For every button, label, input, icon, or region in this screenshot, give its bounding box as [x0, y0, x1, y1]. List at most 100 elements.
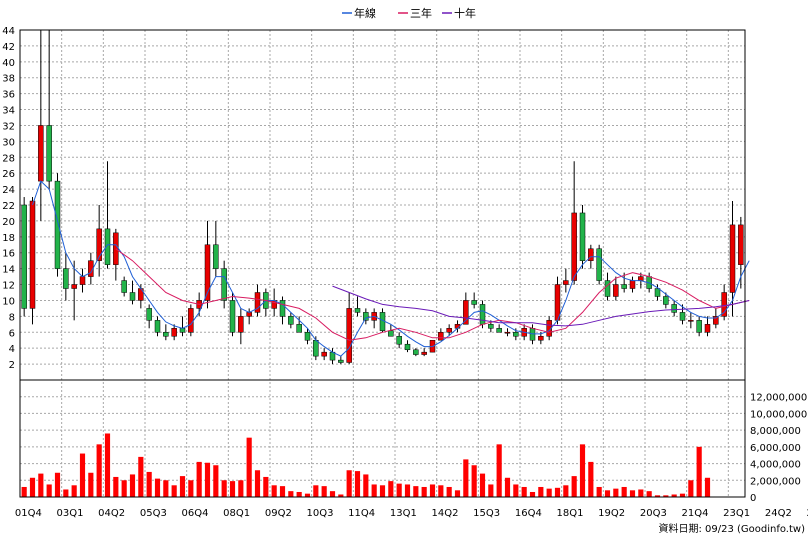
volume-bar: [588, 461, 594, 497]
price-tick-label: 44: [2, 26, 15, 37]
price-tick-label: 30: [2, 137, 15, 148]
price-tick-label: 34: [2, 106, 15, 117]
volume-bar: [346, 470, 352, 497]
volume-bar: [313, 485, 319, 497]
candle-body: [246, 312, 252, 317]
volume-bar: [596, 486, 602, 497]
price-tick-label: 26: [2, 169, 15, 180]
candle-body: [296, 324, 302, 333]
legend-label: 三年: [410, 6, 432, 20]
time-tick-label: 03Q1: [57, 508, 84, 519]
volume-tick-label: 2,000,000: [750, 476, 801, 487]
volume-tick-label: 12,000,000: [750, 393, 807, 404]
plot-background: [20, 30, 745, 497]
candle-body: [696, 320, 702, 333]
candle-body: [288, 316, 294, 325]
volume-bar: [471, 465, 477, 497]
price-tick-label: 24: [2, 185, 15, 196]
time-tick-label: 16Q4: [515, 508, 542, 519]
volume-bar: [421, 486, 427, 497]
candle-body: [421, 351, 427, 355]
candle-body: [29, 200, 36, 309]
candle-body: [46, 125, 52, 182]
volume-bar: [238, 480, 244, 497]
volume-bar: [213, 465, 219, 497]
candle-body: [221, 268, 227, 301]
candle-body: [729, 224, 736, 293]
volume-bar: [554, 487, 561, 497]
time-tick-label: 08Q1: [223, 508, 250, 519]
legend-label: 年線: [354, 6, 376, 20]
candle-body: [629, 280, 636, 289]
volume-bar: [138, 456, 144, 497]
volume-bar: [221, 480, 227, 497]
volume-bar: [696, 446, 702, 497]
volume-bar: [388, 481, 394, 497]
candle-body: [638, 276, 644, 281]
legend-label: 十年: [454, 6, 476, 20]
candle-body: [688, 320, 694, 322]
volume-bar: [113, 476, 119, 497]
candle-body: [279, 300, 286, 317]
candle-body: [63, 268, 69, 289]
volume-bar: [279, 486, 286, 497]
volume-bar: [88, 472, 94, 497]
volume-tick-label: 6,000,000: [750, 443, 801, 454]
candle-body: [604, 280, 611, 297]
price-tick-label: 32: [2, 121, 15, 132]
candle-body: [538, 336, 544, 341]
candle-body: [396, 336, 402, 345]
time-tick-label: 04Q2: [98, 508, 125, 519]
stock-price-chart: 年線 三年 十年 246810121416182022242628303234363…: [2, 6, 808, 535]
candle-body: [738, 224, 744, 265]
volume-bar: [579, 444, 586, 497]
time-tick-label: 19Q2: [598, 508, 625, 519]
volume-tick-label: 4,000,000: [750, 460, 801, 471]
volume-bar: [379, 485, 386, 497]
time-tick-label: 01Q4: [15, 508, 42, 519]
volume-bar: [196, 461, 202, 497]
volume-bar: [454, 490, 461, 497]
time-tick-label: 06Q4: [182, 508, 209, 519]
candle-body: [446, 328, 452, 333]
source-label: 資料日期: 09/23 (Goodinfo.tw): [658, 522, 805, 535]
price-tick-label: 40: [2, 58, 15, 69]
volume-bar: [29, 477, 36, 497]
volume-bar: [704, 477, 711, 497]
price-tick-label: 8: [9, 312, 15, 323]
chart-legend: 年線 三年 十年: [342, 6, 476, 20]
candle-body: [596, 248, 602, 281]
candle-body: [471, 300, 477, 305]
candle-body: [238, 316, 244, 333]
volume-bar: [496, 444, 502, 497]
volume-bar: [271, 485, 277, 497]
volume-bar: [96, 444, 102, 497]
candle-body: [79, 276, 86, 285]
candle-body: [479, 304, 486, 325]
volume-bar: [296, 491, 302, 497]
volume-bar: [154, 478, 161, 497]
volume-bar: [629, 490, 636, 497]
volume-bar: [371, 484, 377, 497]
price-tick-label: 12: [2, 281, 15, 292]
volume-bar: [71, 485, 77, 497]
candle-body: [663, 296, 669, 305]
candle-body: [496, 328, 502, 333]
volume-bar: [229, 481, 236, 497]
time-tick-label: 05Q3: [140, 508, 167, 519]
candle-body: [571, 212, 577, 281]
candle-body: [388, 330, 394, 337]
volume-bar: [563, 485, 569, 497]
candle-body: [513, 332, 519, 337]
candle-body: [171, 328, 177, 337]
candle-body: [129, 292, 136, 301]
time-tick-label: 18Q1: [557, 508, 584, 519]
volume-bar: [446, 486, 452, 497]
price-tick-label: 42: [2, 42, 15, 53]
candle-body: [404, 343, 411, 351]
volume-bar: [513, 484, 519, 497]
volume-bar: [396, 483, 402, 497]
volume-bar: [104, 433, 111, 497]
volume-bar: [646, 491, 652, 497]
volume-bar: [304, 493, 311, 497]
